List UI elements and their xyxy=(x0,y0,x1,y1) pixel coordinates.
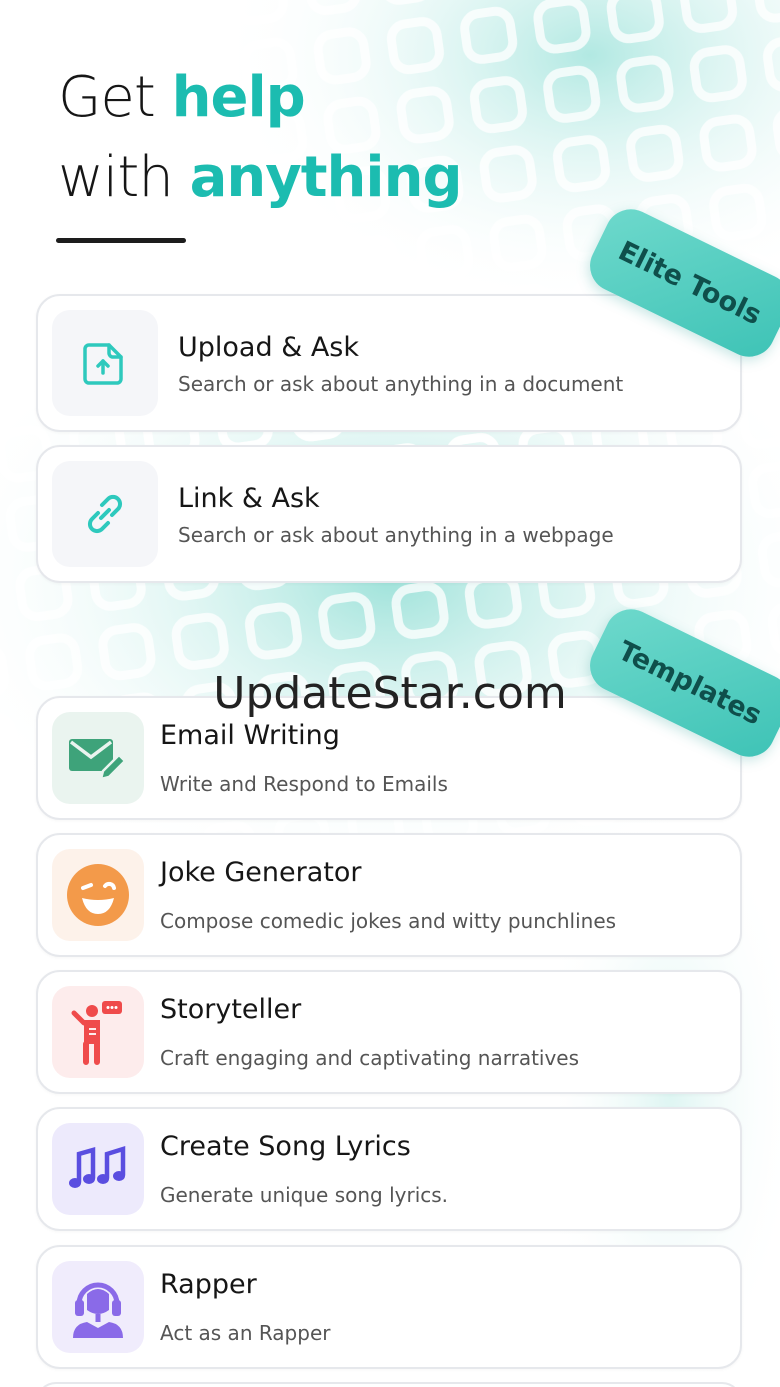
headline-line-2: with anything xyxy=(58,138,463,218)
template-subtitle: Craft engaging and captivating narrative… xyxy=(160,1046,580,1070)
rapper-icon xyxy=(52,1261,144,1353)
template-card-song-lyrics[interactable]: Create Song Lyrics Generate unique song … xyxy=(36,1107,742,1231)
template-subtitle: Act as an Rapper xyxy=(160,1321,331,1345)
template-card-next[interactable] xyxy=(36,1382,742,1387)
email-write-icon xyxy=(52,712,144,804)
winking-face-icon xyxy=(52,849,144,941)
template-card-email-writing[interactable]: Email Writing Write and Respond to Email… xyxy=(36,696,742,820)
headline-line-1: Get help xyxy=(58,58,462,138)
headline-plain-2: with xyxy=(58,145,190,210)
template-card-rapper[interactable]: Rapper Act as an Rapper xyxy=(36,1245,742,1369)
template-title: Storyteller xyxy=(160,994,302,1025)
tool-subtitle: Search or ask about anything in a docume… xyxy=(178,372,624,396)
upload-file-icon xyxy=(52,310,158,416)
storyteller-icon xyxy=(52,986,144,1078)
template-card-joke-generator[interactable]: Joke Generator Compose comedic jokes and… xyxy=(36,833,742,957)
template-subtitle: Generate unique song lyrics. xyxy=(160,1183,449,1207)
template-title: Email Writing xyxy=(160,720,340,751)
tool-card-link-ask[interactable]: Link & Ask Search or ask about anything … xyxy=(36,445,742,583)
headline-accent-2: anything xyxy=(189,145,463,210)
template-subtitle: Write and Respond to Emails xyxy=(160,772,448,796)
tool-card-upload-ask[interactable]: Upload & Ask Search or ask about anythin… xyxy=(36,294,742,432)
music-notes-icon xyxy=(52,1123,144,1215)
tool-title: Upload & Ask xyxy=(178,332,359,363)
headline-plain-1: Get xyxy=(58,65,172,130)
tool-subtitle: Search or ask about anything in a webpag… xyxy=(178,523,614,547)
template-title: Joke Generator xyxy=(160,857,362,888)
headline: Get help with anything xyxy=(58,58,463,218)
headline-underline xyxy=(56,238,186,243)
template-title: Rapper xyxy=(160,1269,257,1300)
template-card-storyteller[interactable]: Storyteller Craft engaging and captivati… xyxy=(36,970,742,1094)
template-subtitle: Compose comedic jokes and witty punchlin… xyxy=(160,909,617,933)
template-title: Create Song Lyrics xyxy=(160,1131,411,1162)
tool-title: Link & Ask xyxy=(178,483,320,514)
link-icon xyxy=(52,461,158,567)
headline-accent-1: help xyxy=(171,65,306,130)
